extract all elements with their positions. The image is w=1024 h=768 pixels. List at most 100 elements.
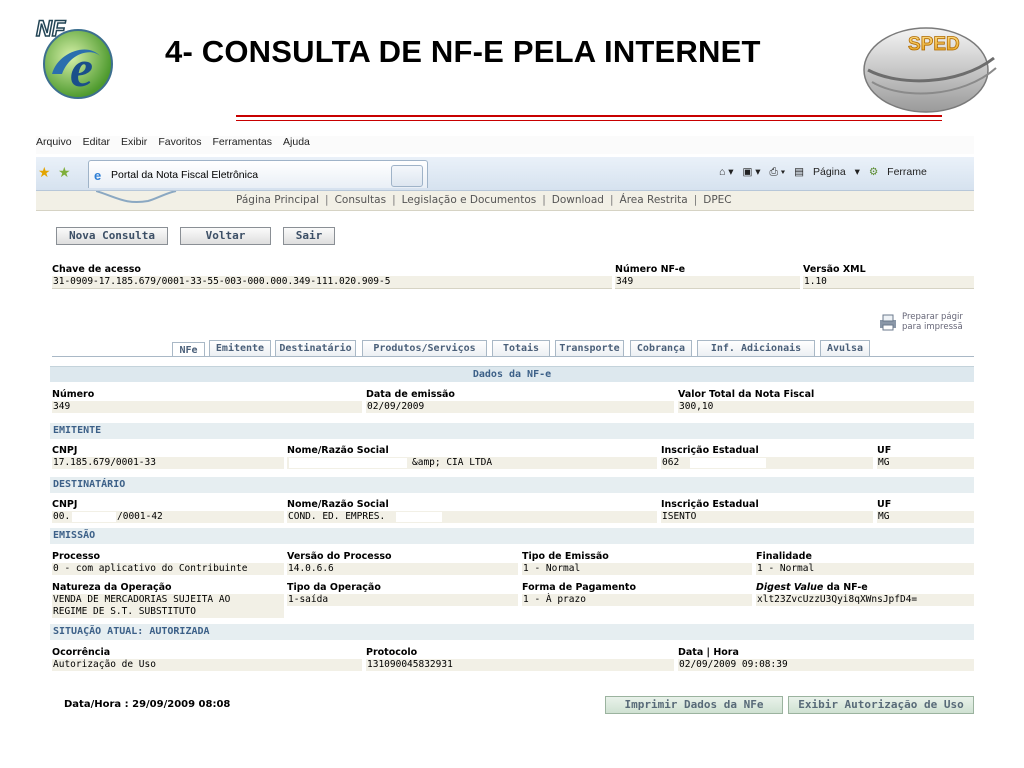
menu-editar[interactable]: Editar xyxy=(83,136,110,154)
emitente-cnpj-value: 17.185.679/0001-33 xyxy=(52,457,284,469)
destinatario-cnpj-redaction xyxy=(72,512,116,522)
chave-value: 31-0909-17.185.679/0001-33-55-003-000.00… xyxy=(52,276,612,289)
svg-text:NF: NF xyxy=(36,16,66,41)
tipo-operacao-value: 1-saída xyxy=(287,594,518,606)
destinatario-nome-value: COND. ED. EMPRES. xyxy=(287,511,657,523)
destinatario-ie-label: Inscrição Estadual xyxy=(661,499,759,510)
nav-links: Página Principal | Consultas | Legislação e … xyxy=(236,194,732,206)
nova-consulta-button[interactable]: Nova Consulta xyxy=(56,227,168,245)
add-favorite-icon[interactable]: ★ xyxy=(58,165,71,181)
emitente-uf-label: UF xyxy=(877,445,892,456)
destinatario-nome-label: Nome/Razão Social xyxy=(287,499,389,510)
slide-title: 4- CONSULTA DE NF-E PELA INTERNET xyxy=(165,34,761,69)
gear-icon: ⚙ xyxy=(868,166,879,178)
finalidade-value: 1 - Normal xyxy=(756,563,974,575)
destinatario-uf-value: MG xyxy=(877,511,974,523)
nav-download[interactable]: Download xyxy=(552,194,604,206)
svg-text:SPED: SPED xyxy=(908,34,960,55)
emitente-header: EMITENTE xyxy=(50,423,974,439)
tab-cobranca[interactable]: Cobrança xyxy=(630,340,692,356)
tab-produtos-servicos[interactable]: Produtos/Serviços xyxy=(362,340,487,356)
versao-processo-label: Versão do Processo xyxy=(287,551,392,562)
sped-logo: SPED xyxy=(863,27,997,113)
feeds-icon[interactable]: ▣ ▾ xyxy=(742,166,760,178)
ie-icon: e xyxy=(94,168,102,183)
digest-value: xlt23ZvcUzzU3Qyi8qXWnsJpfD4= xyxy=(756,594,974,606)
nav-pagina-principal[interactable]: Página Principal xyxy=(236,194,319,206)
menu-ferramentas[interactable]: Ferramentas xyxy=(213,136,273,154)
versao-xml-label: Versão XML xyxy=(803,264,866,275)
tools-menu[interactable]: ⚙ Ferrame xyxy=(869,166,933,178)
favorites-star-icon[interactable]: ★ xyxy=(38,165,51,181)
browser-menubar: Arquivo Editar Exibir Favoritos Ferramen… xyxy=(36,136,974,154)
imprimir-dados-button[interactable]: Imprimir Dados da NFe xyxy=(605,696,783,714)
home-icon[interactable]: ⌂ ▾ xyxy=(719,166,734,178)
forma-pagamento-label: Forma de Pagamento xyxy=(522,582,636,593)
sair-button[interactable]: Sair xyxy=(283,227,335,245)
protocolo-label: Protocolo xyxy=(366,647,418,658)
tab-nfe[interactable]: NFe xyxy=(172,342,205,357)
tab-emitente[interactable]: Emitente xyxy=(209,340,271,356)
protocolo-value: 131090045832931 xyxy=(366,659,674,671)
page-icon: ▤ xyxy=(794,166,805,178)
valor-total-value: 300,10 xyxy=(678,401,974,413)
dados-nfe-header: Dados da NF-e xyxy=(50,366,974,382)
exibir-autorizacao-button[interactable]: Exibir Autorização de Uso xyxy=(788,696,974,714)
tipo-operacao-label: Tipo da Operação xyxy=(287,582,381,593)
emitente-ie-redaction xyxy=(690,458,766,468)
numero-nfe-value: 349 xyxy=(615,276,800,289)
menu-exibir[interactable]: Exibir xyxy=(121,136,147,154)
nav-consultas[interactable]: Consultas xyxy=(335,194,386,206)
tab-totais[interactable]: Totais xyxy=(492,340,550,356)
natureza-value-line2: REGIME DE S.T. SUBSTITUTO xyxy=(53,606,196,617)
emitente-nome-value: &amp; CIA LTDA xyxy=(412,457,493,468)
data-emissao-value: 02/09/2009 xyxy=(366,401,674,413)
browser-toolbar: ⌂ ▾ ▣ ▾ ⎙ ▾ ▤ Página ▾ ⚙ Ferrame xyxy=(719,166,939,179)
menu-arquivo[interactable]: Arquivo xyxy=(36,136,72,154)
tipo-emissao-value: 1 - Normal xyxy=(522,563,752,575)
versao-processo-value: 14.0.6.6 xyxy=(287,563,518,575)
destinatario-cnpj-label: CNPJ xyxy=(52,499,78,510)
situacao-header: SITUAÇÃO ATUAL: AUTORIZADA xyxy=(50,624,974,640)
menu-ajuda[interactable]: Ajuda xyxy=(283,136,310,154)
voltar-button[interactable]: Voltar xyxy=(180,227,271,245)
browser-tab[interactable]: e Portal da Nota Fiscal Eletrônica xyxy=(88,160,428,188)
nav-dpec[interactable]: DPEC xyxy=(703,194,731,206)
browser-tabbar: ★ ★ e Portal da Nota Fiscal Eletrônica ⌂… xyxy=(36,157,974,191)
natureza-label: Natureza da Operação xyxy=(52,582,172,593)
print-icon[interactable]: ⎙ ▾ xyxy=(769,166,785,178)
tab-inf-adicionais[interactable]: Inf. Adicionais xyxy=(697,340,815,356)
destinatario-uf-label: UF xyxy=(877,499,892,510)
nav-legislacao[interactable]: Legislação e Documentos xyxy=(402,194,537,206)
emitente-nome-label: Nome/Razão Social xyxy=(287,445,389,456)
data-emissao-label: Data de emissão xyxy=(366,389,455,400)
destinatario-nome-redaction xyxy=(396,512,442,522)
preparar-impressao-text: Preparar págir para impressã xyxy=(902,312,963,332)
emitente-cnpj-label: CNPJ xyxy=(52,445,78,456)
valor-total-label: Valor Total da Nota Fiscal xyxy=(678,389,815,400)
ocorrencia-value: Autorização de Uso xyxy=(52,659,362,671)
processo-label: Processo xyxy=(52,551,101,562)
finalidade-label: Finalidade xyxy=(756,551,812,562)
numero-label: Número xyxy=(52,389,95,400)
svg-text:e: e xyxy=(70,41,93,98)
numero-value: 349 xyxy=(52,401,362,413)
new-tab-button[interactable] xyxy=(391,165,423,187)
tab-destinatario[interactable]: Destinatário xyxy=(275,340,356,356)
menu-favoritos[interactable]: Favoritos xyxy=(158,136,201,154)
nav-area-restrita[interactable]: Área Restrita xyxy=(620,194,688,206)
emitente-nome-redaction xyxy=(289,458,407,468)
natureza-value-line1: VENDA DE MERCADORIAS SUJEITA AO xyxy=(53,594,231,605)
digest-value-label: Digest Value da NF-e xyxy=(756,582,868,593)
title-rule-thin xyxy=(236,120,942,121)
chave-label: Chave de acesso xyxy=(52,264,141,275)
page-menu[interactable]: ▤ Página ▾ xyxy=(794,166,860,178)
numero-nfe-label: Número NF-e xyxy=(615,264,686,275)
tab-avulsa[interactable]: Avulsa xyxy=(820,340,870,356)
tipo-emissao-label: Tipo de Emissão xyxy=(522,551,609,562)
destinatario-cnpj-prefix: 00. xyxy=(53,511,71,522)
versao-xml-value: 1.10 xyxy=(803,276,974,289)
ocorrencia-label: Ocorrência xyxy=(52,647,111,658)
tab-transporte[interactable]: Transporte xyxy=(555,340,624,356)
preparar-impressao-link[interactable]: Preparar págir para impressã xyxy=(878,310,974,336)
